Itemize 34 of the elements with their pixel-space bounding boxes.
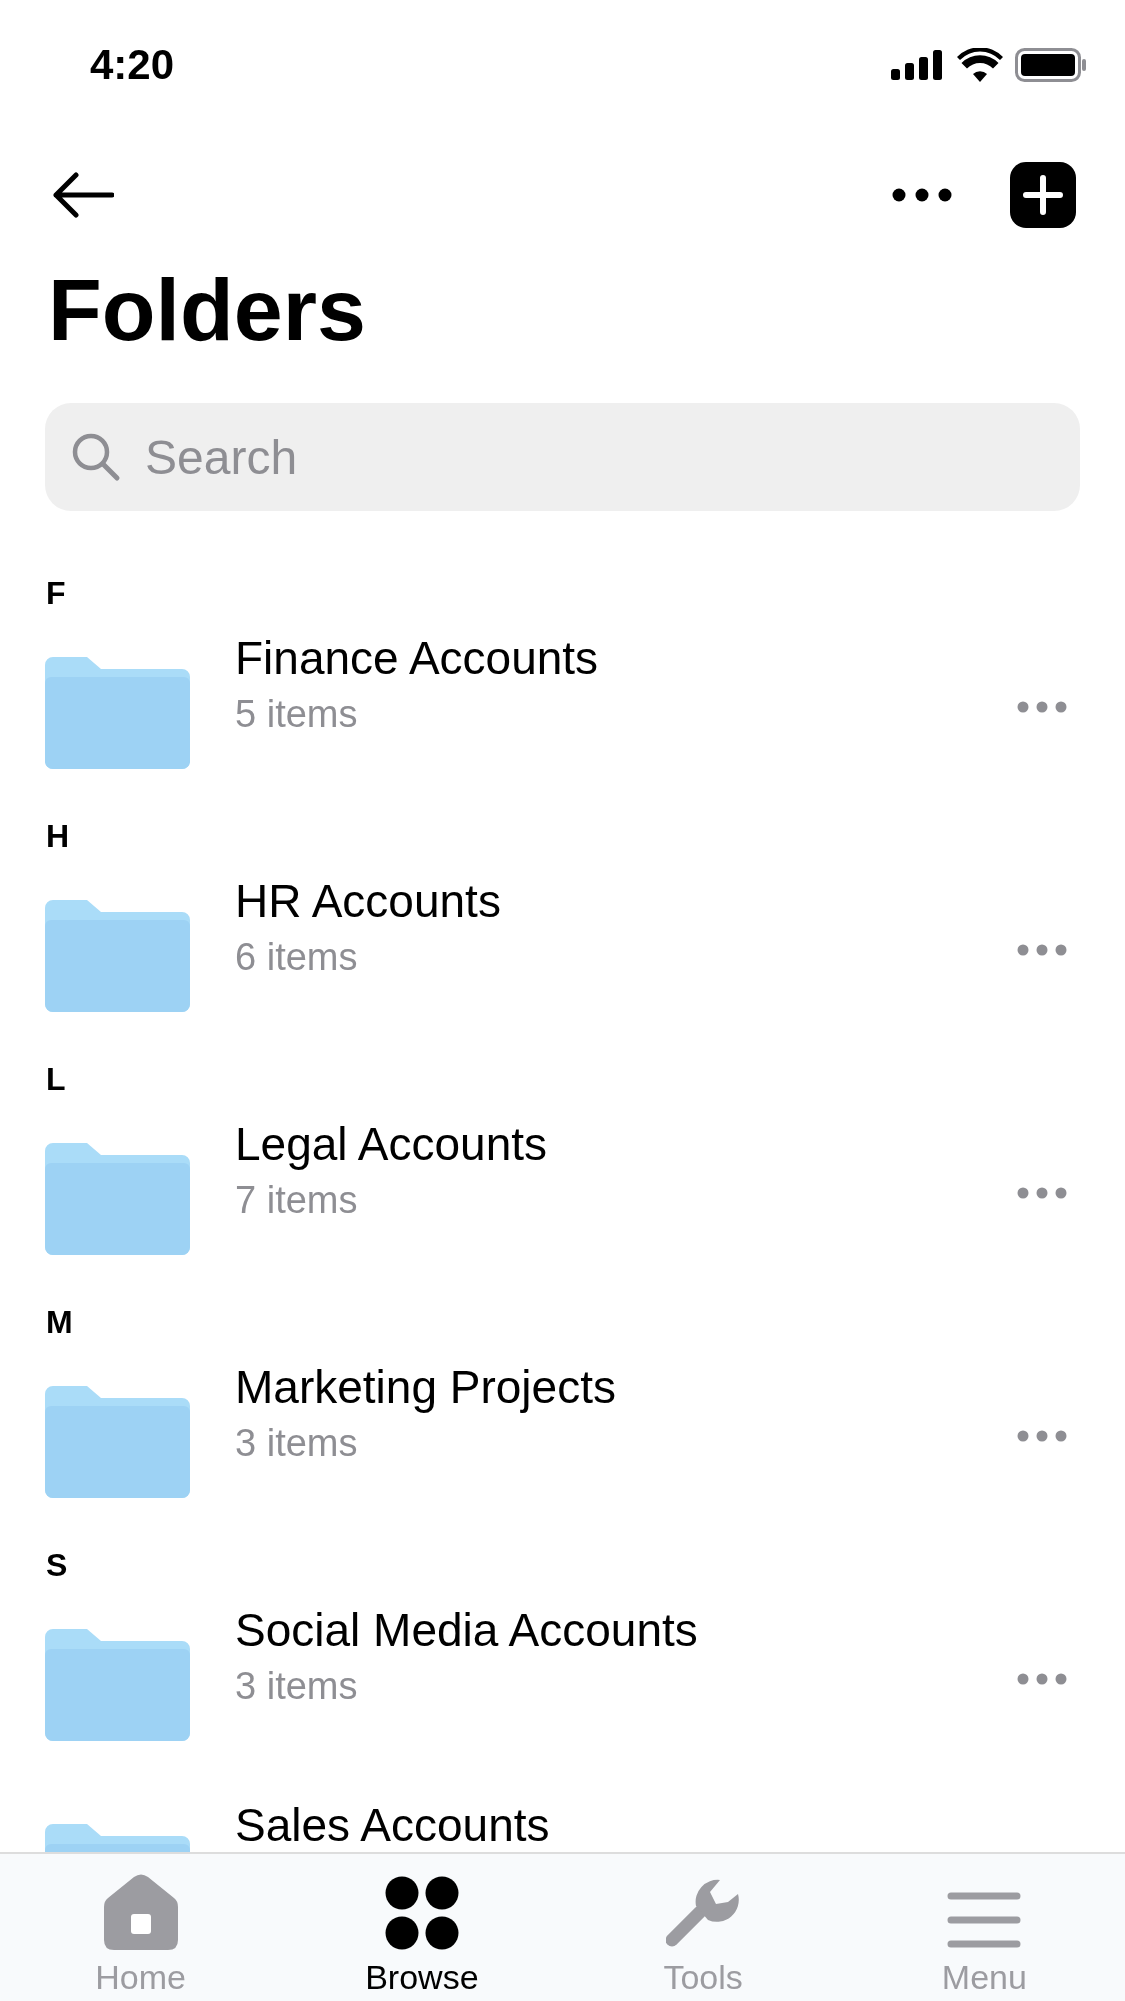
- folder-icon: [45, 657, 190, 769]
- section-letter: S: [45, 1546, 69, 1585]
- folder-name[interactable]: Social Media Accounts: [235, 1603, 1017, 1657]
- back-arrow-icon[interactable]: [52, 171, 114, 219]
- folder-name[interactable]: Sales Accounts: [235, 1798, 1067, 1852]
- tab[interactable]: Browse: [281, 1854, 563, 2001]
- status-time: 4:20: [90, 41, 175, 89]
- page-title: Folders: [47, 260, 367, 361]
- wifi-icon: [957, 48, 1003, 82]
- folder-icon: [45, 1143, 190, 1255]
- folder-name[interactable]: Legal Accounts: [235, 1117, 1017, 1171]
- folder-name[interactable]: Marketing Projects: [235, 1360, 1017, 1414]
- folder-icon: [45, 900, 190, 1012]
- item-count: 3 items: [235, 1665, 359, 1708]
- item-count: 3 items: [235, 1422, 359, 1465]
- grid-icon: [384, 1876, 459, 1950]
- section-letter: M: [45, 1303, 74, 1342]
- item-count: 7 items: [235, 1179, 359, 1222]
- item-count: 6 items: [235, 936, 359, 979]
- house-icon: [103, 1874, 178, 1950]
- search-field[interactable]: Search: [45, 403, 1080, 511]
- item-count: 5 items: [235, 693, 359, 736]
- folder-name[interactable]: HR Accounts: [235, 874, 1017, 928]
- menu-icon: [947, 1890, 1022, 1950]
- section-letter: H: [45, 817, 71, 856]
- add-icon[interactable]: [1010, 162, 1076, 228]
- section-letter: F: [45, 574, 67, 613]
- folder-name[interactable]: Finance Accounts: [235, 631, 1017, 685]
- signal-icon: [891, 50, 945, 80]
- more-icon[interactable]: [892, 188, 952, 202]
- folder-icon: [45, 1386, 190, 1498]
- section-letter: L: [45, 1060, 67, 1099]
- battery-icon: [1015, 48, 1087, 82]
- folder-icon: [45, 1629, 190, 1741]
